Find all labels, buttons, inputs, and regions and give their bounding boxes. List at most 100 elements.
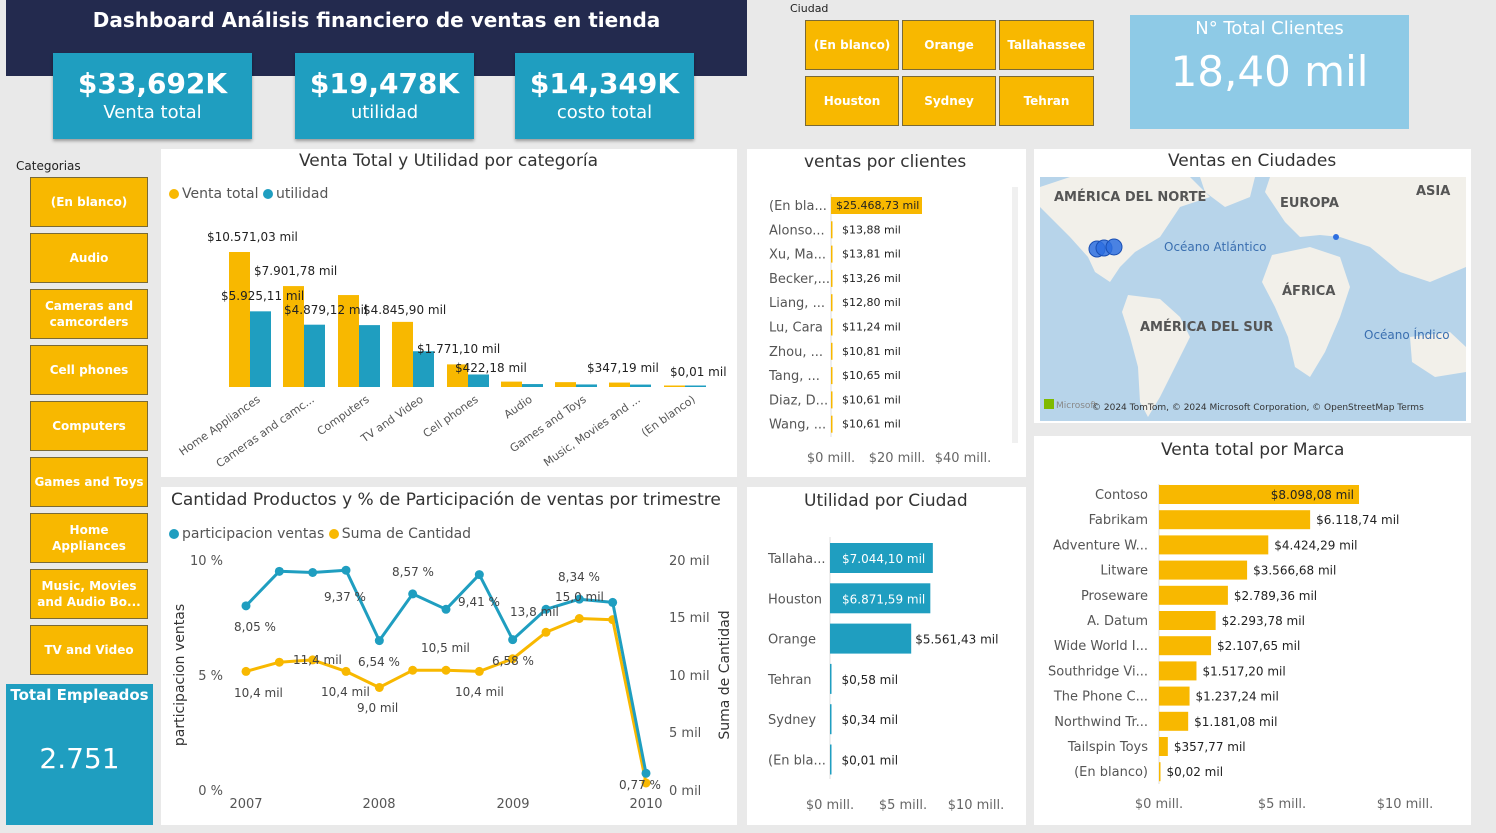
city-option-tehran[interactable]: Tehran xyxy=(999,76,1094,126)
category-option[interactable]: (En blanco) xyxy=(30,177,148,227)
city-option-orange[interactable]: Orange xyxy=(902,20,996,70)
line-point[interactable] xyxy=(508,635,518,645)
brand-value-label: $4.424,29 mil xyxy=(1274,538,1357,552)
kpi-utilidad[interactable]: $19,478K utilidad xyxy=(295,53,474,139)
brand-bar[interactable] xyxy=(1159,686,1190,706)
line-point[interactable] xyxy=(274,657,284,667)
bar-venta-total[interactable] xyxy=(229,252,250,387)
bar-venta-total[interactable] xyxy=(392,321,413,387)
total-employees-card[interactable]: Total Empleados 2.751 xyxy=(6,684,153,825)
bar-utilidad[interactable] xyxy=(359,325,380,387)
client-bar[interactable] xyxy=(831,415,833,433)
category-option[interactable]: Computers xyxy=(30,401,148,451)
bar-utilidad[interactable] xyxy=(468,374,489,387)
category-option[interactable]: Games and Toys xyxy=(30,457,148,507)
line-point[interactable] xyxy=(374,683,384,692)
city-option-tallahassee[interactable]: Tallahassee xyxy=(999,20,1094,70)
category-option[interactable]: Music, Movies and Audio Bo... xyxy=(30,569,148,619)
category-option[interactable]: Cell phones xyxy=(30,345,148,395)
bar-venta-total[interactable] xyxy=(609,382,630,387)
brand-bar[interactable] xyxy=(1159,661,1197,681)
map-label-indian-ocean: Océano Índico xyxy=(1364,327,1450,342)
category-option[interactable]: Audio xyxy=(30,233,148,283)
line-point[interactable] xyxy=(608,597,618,607)
point-label: 8,05 % xyxy=(234,620,276,634)
line-point[interactable] xyxy=(408,665,418,675)
brand-bar[interactable] xyxy=(1159,510,1311,530)
brand-bar[interactable] xyxy=(1159,762,1161,782)
client-value-label: $11,24 mil xyxy=(842,321,901,334)
x-tick-label: 2007 xyxy=(229,797,262,812)
client-bar[interactable] xyxy=(831,391,833,409)
line-point[interactable] xyxy=(341,666,351,676)
client-bar[interactable] xyxy=(831,221,833,239)
city-option-houston[interactable]: Houston xyxy=(805,76,899,126)
data-label: $347,19 mil xyxy=(587,361,659,375)
category-option[interactable]: Home Appliances xyxy=(30,513,148,563)
line-point[interactable] xyxy=(574,614,584,623)
line-point[interactable] xyxy=(241,601,251,611)
total-employees-value: 2.751 xyxy=(39,742,120,775)
bar-utilidad[interactable] xyxy=(304,324,325,387)
city-value-label: $0,01 mil xyxy=(842,754,899,768)
kpi-venta-total[interactable]: $33,692K Venta total xyxy=(53,53,252,139)
bar-utilidad[interactable] xyxy=(413,351,434,387)
bar-venta-total[interactable] xyxy=(664,385,685,388)
line-point[interactable] xyxy=(474,570,484,580)
city-bar[interactable] xyxy=(830,744,832,775)
client-value-label: $13,26 mil xyxy=(842,272,901,285)
city-option-blank[interactable]: (En blanco) xyxy=(805,20,899,70)
line-point[interactable] xyxy=(374,636,384,646)
bar-utilidad[interactable] xyxy=(576,384,597,387)
y-right-tick-label: 10 mil xyxy=(669,669,710,684)
line-point[interactable] xyxy=(441,604,451,614)
line-point[interactable] xyxy=(441,665,451,675)
x-tick-label: Music, Movies and ... xyxy=(541,393,642,469)
line-point[interactable] xyxy=(241,666,251,676)
brand-bar[interactable] xyxy=(1159,560,1248,580)
brand-bar[interactable] xyxy=(1159,611,1216,630)
city-bar[interactable] xyxy=(830,663,832,694)
brand-bar[interactable] xyxy=(1159,636,1212,656)
map-label-africa: ÁFRICA xyxy=(1282,283,1335,299)
line-point[interactable] xyxy=(341,565,351,575)
city-option-sydney[interactable]: Sydney xyxy=(902,76,996,126)
bar-venta-total[interactable] xyxy=(501,381,522,387)
client-bar[interactable] xyxy=(831,318,833,336)
city-label: Houston xyxy=(768,592,822,607)
line-point[interactable] xyxy=(474,666,484,676)
client-bar[interactable] xyxy=(831,294,833,312)
kpi-costo-total[interactable]: $14,349K costo total xyxy=(515,53,694,139)
line-point[interactable] xyxy=(541,627,551,637)
brand-bar[interactable] xyxy=(1159,737,1168,756)
bar-utilidad[interactable] xyxy=(685,385,706,388)
category-option[interactable]: TV and Video xyxy=(30,625,148,675)
bar-venta-total[interactable] xyxy=(555,382,576,387)
bar-utilidad[interactable] xyxy=(630,384,651,387)
kpi-label: costo total xyxy=(556,102,653,123)
line-point[interactable] xyxy=(408,589,418,599)
client-bar[interactable] xyxy=(831,367,833,385)
point-label: 15,0 mil xyxy=(555,590,604,604)
client-bar[interactable] xyxy=(831,245,833,263)
point-label: 10,4 mil xyxy=(455,685,504,699)
client-bar[interactable] xyxy=(831,342,833,360)
client-bar[interactable] xyxy=(831,269,833,287)
client-label: Tang, ... xyxy=(768,369,820,384)
bar-utilidad[interactable] xyxy=(522,384,543,387)
category-option[interactable]: Cameras and camcorders xyxy=(30,289,148,339)
brand-value-label: $357,77 mil xyxy=(1174,740,1246,754)
category-chart-panel: Venta Total y Utilidad por categoría Ven… xyxy=(161,149,737,477)
world-map[interactable]: AMÉRICA DEL NORTE EUROPA ASIA Océano Atl… xyxy=(1040,177,1466,421)
line-point[interactable] xyxy=(274,566,284,576)
total-clients-card[interactable]: N° Total Clientes 18,40 mil xyxy=(1130,15,1409,129)
line-point[interactable] xyxy=(641,768,651,778)
brand-bar[interactable] xyxy=(1159,535,1269,555)
brand-bar[interactable] xyxy=(1159,711,1189,731)
line-point[interactable] xyxy=(308,568,318,577)
city-bar[interactable] xyxy=(830,704,832,735)
city-bar[interactable] xyxy=(830,623,912,654)
brand-chart-panel: Venta total por Marca Contoso $8.098,08 m… xyxy=(1034,436,1471,825)
bar-utilidad[interactable] xyxy=(250,311,271,387)
brand-bar[interactable] xyxy=(1159,585,1228,605)
